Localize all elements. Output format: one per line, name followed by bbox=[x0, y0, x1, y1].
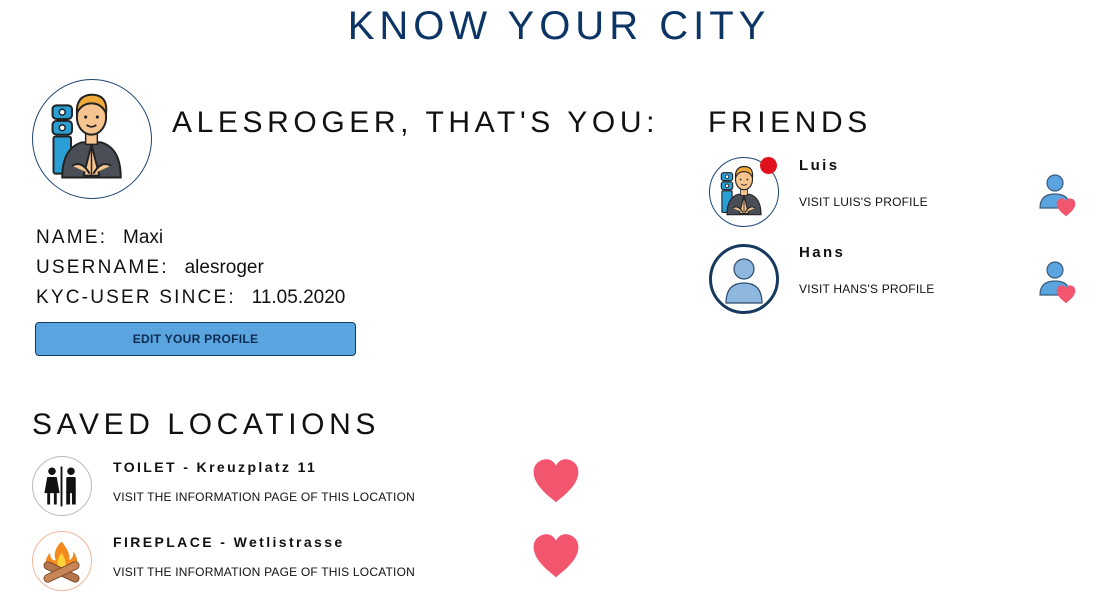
friend-avatar[interactable] bbox=[709, 244, 779, 314]
profile-avatar bbox=[32, 79, 152, 199]
friends-title: FRIENDS bbox=[708, 106, 872, 139]
profile-heading: ALESROGER, THAT'S YOU: bbox=[172, 106, 660, 139]
visit-friend-profile-link[interactable]: VISIT LUIS'S PROFILE bbox=[799, 195, 928, 209]
saved-locations-title: SAVED LOCATIONS bbox=[32, 408, 380, 441]
toilet-icon bbox=[32, 456, 92, 516]
friend-name: Hans bbox=[799, 244, 846, 261]
field-label: NAME: bbox=[36, 227, 108, 248]
friend-heart-icon[interactable] bbox=[1033, 250, 1081, 306]
edit-profile-button[interactable]: EDIT YOUR PROFILE bbox=[35, 322, 356, 356]
field-value: 11.05.2020 bbox=[251, 287, 346, 308]
app-title: KNOW YOUR CITY bbox=[347, 4, 771, 48]
online-status-dot bbox=[760, 157, 777, 174]
heart-icon[interactable] bbox=[530, 531, 582, 579]
field-value: alesroger bbox=[184, 257, 264, 278]
profile-field-since: KYC-USER SINCE: 11.05.2020 bbox=[36, 287, 345, 309]
location-title: TOILET - Kreuzplatz 11 bbox=[113, 459, 318, 475]
profile-field-username: USERNAME: alesroger bbox=[36, 257, 264, 279]
heart-icon[interactable] bbox=[530, 456, 582, 504]
visit-location-link[interactable]: VISIT THE INFORMATION PAGE OF THIS LOCAT… bbox=[113, 490, 415, 504]
profile-field-name: NAME: Maxi bbox=[36, 227, 163, 249]
field-label: USERNAME: bbox=[36, 257, 169, 278]
location-title: FIREPLACE - Wetlistrasse bbox=[113, 534, 345, 550]
friend-name: Luis bbox=[799, 157, 840, 174]
fireplace-icon bbox=[32, 531, 92, 591]
visit-friend-profile-link[interactable]: VISIT HANS'S PROFILE bbox=[799, 282, 934, 296]
visit-location-link[interactable]: VISIT THE INFORMATION PAGE OF THIS LOCAT… bbox=[113, 565, 415, 579]
field-label: KYC-USER SINCE: bbox=[36, 287, 236, 308]
friend-heart-icon[interactable] bbox=[1033, 163, 1081, 219]
field-value: Maxi bbox=[123, 227, 164, 248]
